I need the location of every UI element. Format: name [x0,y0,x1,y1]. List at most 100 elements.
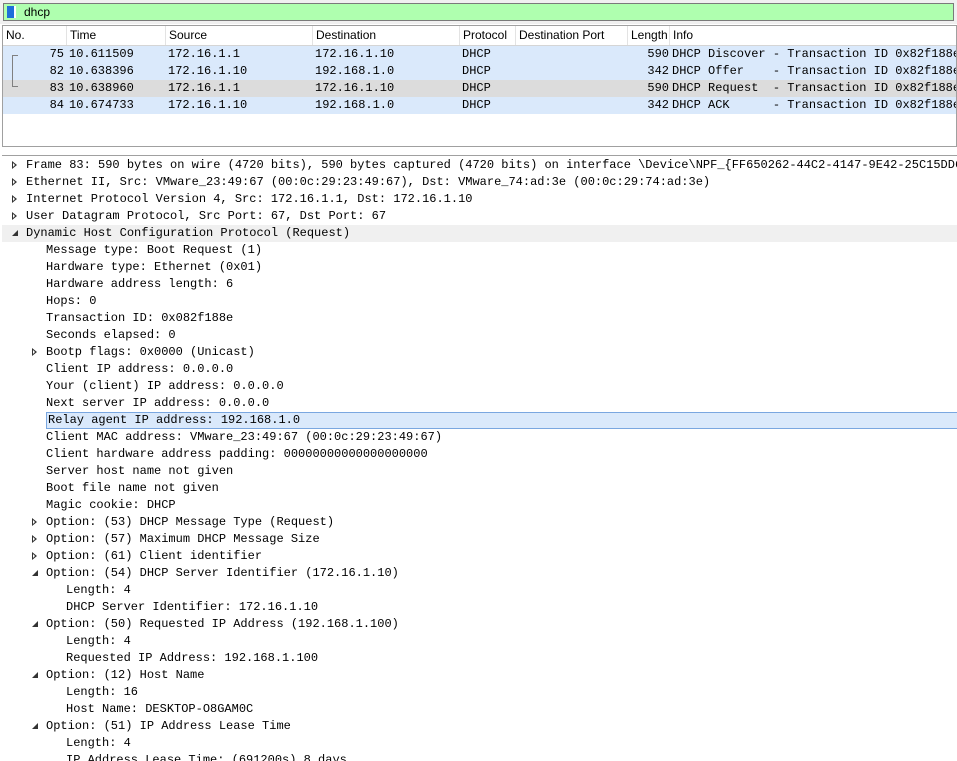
packet-row[interactable]: 75 10.611509 172.16.1.1 172.16.1.10 DHCP 590 D… [3,46,956,63]
tree-item[interactable]: Dynamic Host Configuration Protocol (Req… [2,225,957,242]
packet-row[interactable]: 83 10.638960 172.16.1.1 172.16.1.10 DHCP 590 D… [3,80,956,97]
tree-item[interactable]: Boot file name not given [2,480,957,497]
tree-item-text: Ethernet II, Src: VMware_23:49:67 (00:0c… [26,175,711,189]
packet-cell-destination: 172.16.1.10 [315,81,395,95]
tree-item[interactable]: Internet Protocol Version 4, Src: 172.16… [2,191,957,208]
column-header-info[interactable]: Info [670,26,956,45]
expand-arrow-icon[interactable] [12,178,17,186]
column-header-protocol[interactable]: Protocol [460,26,516,45]
tree-item[interactable]: Length: 4 [2,735,957,752]
packet-cell-dport [518,63,628,80]
expand-arrow-icon[interactable] [12,212,17,220]
collapse-arrow-icon[interactable] [32,570,38,576]
column-header-destination-port[interactable]: Destination Port [516,26,628,45]
tree-item[interactable]: Seconds elapsed: 0 [2,327,957,344]
packet-row[interactable]: 82 10.638396 172.16.1.10 192.168.1.0 DHCP 342… [3,63,956,80]
tree-item-text: Option: (50) Requested IP Address (192.1… [46,617,399,631]
tree-item[interactable]: Option: (12) Host Name [2,667,957,684]
tree-item-text: Magic cookie: DHCP [46,498,176,512]
tree-item[interactable]: Option: (54) DHCP Server Identifier (172… [2,565,957,582]
column-header-no[interactable]: No. [3,26,67,45]
tree-item-text: Length: 4 [66,736,131,750]
packet-cell-length: 342 [647,64,669,78]
tree-item[interactable]: Next server IP address: 0.0.0.0 [2,395,957,412]
tree-item-text: Length: 16 [66,685,139,699]
tree-item[interactable]: User Datagram Protocol, Src Port: 67, Ds… [2,208,957,225]
tree-item[interactable]: Option: (51) IP Address Lease Time [2,718,957,735]
tree-item[interactable]: Client IP address: 0.0.0.0 [2,361,957,378]
tree-item-text: Frame 83: 590 bytes on wire (4720 bits),… [26,158,957,172]
tree-item-text: Option: (61) Client identifier [46,549,263,563]
bookmark-icon[interactable] [7,6,16,18]
tree-item[interactable]: Option: (61) Client identifier [2,548,957,565]
tree-item[interactable]: Message type: Boot Request (1) [2,242,957,259]
tree-item[interactable]: Hops: 0 [2,293,957,310]
tree-item[interactable]: Frame 83: 590 bytes on wire (4720 bits),… [2,157,957,174]
tree-item-text: Client hardware address padding: 0000000… [46,447,428,461]
tree-item[interactable]: Transaction ID: 0x082f188e [2,310,957,327]
tree-item[interactable]: Requested IP Address: 192.168.1.100 [2,650,957,667]
packet-cell-time: 10.674733 [69,98,134,112]
tree-item[interactable]: Length: 4 [2,582,957,599]
packet-details-tree[interactable]: Frame 83: 590 bytes on wire (4720 bits),… [2,155,957,761]
packet-list[interactable]: No. Time Source Destination Protocol Destinat… [2,25,957,147]
collapse-arrow-icon[interactable] [32,621,38,627]
tree-item-text: Host Name: DESKTOP-O8GAM0C [66,702,254,716]
column-header-destination[interactable]: Destination [313,26,460,45]
tree-item[interactable]: Option: (53) DHCP Message Type (Request) [2,514,957,531]
tree-item-text: Option: (12) Host Name [46,668,205,682]
packet-row[interactable]: 84 10.674733 172.16.1.10 192.168.1.0 DHCP 342… [3,97,956,114]
expand-arrow-icon[interactable] [32,518,37,526]
tree-item[interactable]: Hardware type: Ethernet (0x01) [2,259,957,276]
packet-cell-protocol: DHCP [462,81,491,95]
tree-item-text: Bootp flags: 0x0000 (Unicast) [46,345,255,359]
packet-cell-time: 10.638396 [69,64,134,78]
tree-item[interactable]: Length: 16 [2,684,957,701]
tree-item[interactable]: Client MAC address: VMware_23:49:67 (00:… [2,429,957,446]
tree-item[interactable]: Server host name not given [2,463,957,480]
tree-item[interactable]: DHCP Server Identifier: 172.16.1.10 [2,599,957,616]
expand-arrow-icon[interactable] [32,535,37,543]
tree-item-text: Dynamic Host Configuration Protocol (Req… [26,226,351,240]
packet-cell-time: 10.611509 [69,47,134,61]
tree-item[interactable]: Host Name: DESKTOP-O8GAM0C [2,701,957,718]
tree-item-text: Your (client) IP address: 0.0.0.0 [46,379,284,393]
column-header-length[interactable]: Length [628,26,670,45]
tree-item[interactable]: Bootp flags: 0x0000 (Unicast) [2,344,957,361]
tree-item[interactable]: Your (client) IP address: 0.0.0.0 [2,378,957,395]
tree-item-text: Requested IP Address: 192.168.1.100 [66,651,319,665]
collapse-arrow-icon[interactable] [12,230,18,236]
expand-arrow-icon[interactable] [12,161,17,169]
column-header-time[interactable]: Time [67,26,166,45]
display-filter-input[interactable]: dhcp [24,4,50,20]
tree-item-text: Option: (53) DHCP Message Type (Request) [46,515,335,529]
collapse-arrow-icon[interactable] [32,723,38,729]
collapse-arrow-icon[interactable] [32,672,38,678]
tree-item[interactable]: Length: 4 [2,633,957,650]
tree-item-text: Internet Protocol Version 4, Src: 172.16… [26,192,473,206]
tree-item[interactable]: Hardware address length: 6 [2,276,957,293]
expand-arrow-icon[interactable] [32,552,37,560]
packet-cell-destination: 192.168.1.0 [315,98,395,112]
tree-item-text: Length: 4 [66,634,131,648]
tree-item-text: Client MAC address: VMware_23:49:67 (00:… [46,430,443,444]
packet-cell-protocol: DHCP [462,64,491,78]
packet-cell-info: DHCP Discover - Transaction ID 0x82f188e [672,47,957,61]
packet-cell-protocol: DHCP [462,98,491,112]
packet-cell-length: 590 [647,81,669,95]
tree-item[interactable]: Magic cookie: DHCP [2,497,957,514]
expand-arrow-icon[interactable] [32,348,37,356]
tree-item[interactable]: Option: (50) Requested IP Address (192.1… [2,616,957,633]
packet-cell-source: 172.16.1.10 [168,64,248,78]
tree-item[interactable]: Ethernet II, Src: VMware_23:49:67 (00:0c… [2,174,957,191]
tree-item-text: Message type: Boot Request (1) [46,243,263,257]
tree-item[interactable]: Option: (57) Maximum DHCP Message Size [2,531,957,548]
column-header-source[interactable]: Source [166,26,313,45]
expand-arrow-icon[interactable] [12,195,17,203]
tree-item[interactable]: Client hardware address padding: 0000000… [2,446,957,463]
tree-item-text: Hops: 0 [46,294,97,308]
tree-item[interactable]: Relay agent IP address: 192.168.1.0 [2,412,957,429]
packet-cell-info: DHCP ACK - Transaction ID 0x82f188e [672,98,957,112]
display-filter-field[interactable]: dhcp [3,3,954,21]
tree-item-text: Option: (51) IP Address Lease Time [46,719,291,733]
